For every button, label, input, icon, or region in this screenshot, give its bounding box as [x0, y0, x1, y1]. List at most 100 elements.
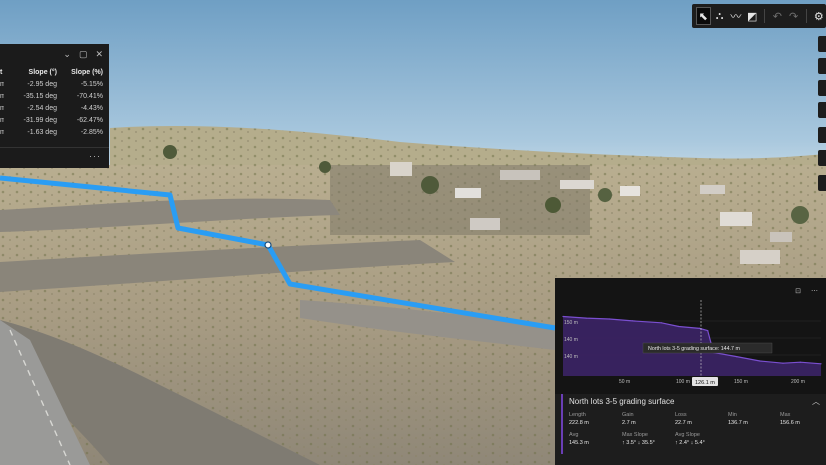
cell-slope-pct: -2.85%: [80, 129, 103, 136]
more-options-icon[interactable]: ···: [89, 151, 101, 161]
stat-value: 156.6 m: [780, 420, 800, 426]
profile-data-point: [608, 318, 610, 320]
widget-button-3[interactable]: [818, 80, 826, 96]
profile-area-tool-button[interactable]: ◩: [745, 7, 759, 25]
profile-data-point: [707, 330, 709, 332]
profile-header-actions: ⊡ ⋯: [795, 287, 818, 295]
stat-value: 136.7 m: [728, 420, 748, 426]
table-row[interactable]: m -35.15 deg -70.41%: [0, 93, 109, 105]
column-header-slope-pct[interactable]: Slope (%): [71, 69, 103, 76]
profile-statistics: North lots 3-5 grading surface ︿ Length …: [555, 394, 826, 465]
x-tick-label: 100 m: [676, 379, 690, 385]
cell-unit: m: [0, 117, 4, 124]
stat-label: Length: [569, 412, 586, 418]
table-row[interactable]: m -31.99 deg -62.47%: [0, 117, 109, 129]
cell-unit: m: [0, 105, 4, 112]
tooltip-text: North lots 3-5 grading surface: 144.7 m: [648, 346, 740, 352]
divider: [0, 147, 109, 148]
stat-label: Avg: [569, 432, 579, 438]
table-row[interactable]: m -2.95 deg -5.15%: [0, 81, 109, 93]
table-row[interactable]: m -1.63 deg -2.85%: [0, 129, 109, 141]
profile-data-point: [631, 320, 634, 322]
stat-value: ↑ 3.5° ↓ 35.5°: [622, 440, 655, 446]
cursor-x-label: 126.1 m: [695, 380, 715, 386]
y-tick-label: 140 m: [564, 354, 578, 360]
gear-icon: ⚙: [813, 10, 824, 23]
profile-data-point: [782, 362, 784, 364]
toolbar-divider: [805, 9, 807, 23]
redo-button[interactable]: ↷: [787, 7, 801, 25]
elevation-icon: ⛬: [715, 9, 724, 22]
undo-button[interactable]: ↶: [770, 7, 784, 25]
dock-icon[interactable]: ▢: [79, 49, 88, 60]
line-chart-icon: 〰: [730, 11, 742, 23]
cell-slope-deg: -2.54 deg: [27, 105, 57, 112]
profile-line-tool-button[interactable]: 〰: [729, 7, 743, 25]
profile-data-point: [736, 356, 738, 358]
cell-slope-pct: -62.47%: [76, 117, 103, 124]
profile-data-point: [820, 363, 822, 365]
series-color-accent: [561, 394, 563, 454]
cell-slope-deg: -31.99 deg: [23, 117, 57, 124]
redo-icon: ↷: [789, 10, 799, 23]
widget-button-5[interactable]: [818, 127, 826, 143]
stat-value: ↑ 2.4° ↓ 5.4°: [675, 440, 705, 446]
close-icon[interactable]: ✕: [95, 49, 103, 60]
cell-slope-pct: -4.43%: [80, 105, 103, 112]
widget-button-7[interactable]: [818, 175, 826, 191]
stat-value: 22.7 m: [675, 420, 692, 426]
cell-slope-deg: -1.63 deg: [27, 129, 57, 136]
profile-series-title: North lots 3-5 grading surface: [569, 397, 675, 406]
stat-label: Avg Slope: [675, 432, 700, 438]
undo-icon: ↶: [772, 10, 782, 23]
stat-value: 2.7 m: [622, 420, 636, 426]
cell-slope-pct: -5.15%: [80, 81, 103, 88]
widget-button-4[interactable]: [818, 102, 826, 118]
select-tool-button[interactable]: ⬉: [696, 7, 711, 25]
cell-slope-deg: -2.95 deg: [27, 81, 57, 88]
column-header-slope-deg[interactable]: Slope (°): [29, 69, 57, 76]
profile-data-point: [678, 325, 680, 328]
elevation-tool-button[interactable]: ⛬: [713, 7, 727, 25]
settings-button[interactable]: ⚙: [812, 7, 826, 25]
x-tick-label: 50 m: [619, 379, 630, 385]
expand-icon[interactable]: ⊡: [795, 287, 801, 295]
stat-label: Min: [728, 412, 737, 418]
chevron-up-icon[interactable]: ︿: [812, 396, 820, 407]
cell-unit: m: [0, 81, 4, 88]
cell-unit: m: [0, 93, 4, 100]
widget-button-6[interactable]: [818, 150, 826, 166]
table-row[interactable]: m -2.54 deg -4.43%: [0, 105, 109, 117]
cell-slope-deg: -35.15 deg: [23, 93, 57, 100]
cell-unit: m: [0, 129, 4, 136]
stat-label: Max: [780, 412, 791, 418]
widget-button-2[interactable]: [818, 58, 826, 74]
profile-data-point: [562, 315, 564, 318]
column-header-partial: t: [0, 69, 3, 76]
cell-slope-pct: -70.41%: [76, 93, 103, 100]
profile-cursor-marker[interactable]: [264, 241, 272, 249]
chevron-down-icon[interactable]: ⌄: [63, 49, 71, 60]
profile-data-point: [799, 361, 801, 363]
stat-label: Loss: [675, 412, 687, 418]
analysis-toolbar: ⬉ ⛬ 〰 ◩ ↶ ↷ ⚙: [692, 4, 826, 28]
y-tick-label: 140 m: [564, 337, 578, 343]
more-options-icon[interactable]: ⋯: [811, 287, 818, 295]
slope-table-panel: ⌄ ▢ ✕ t Slope (°) Slope (%) m -2.95 deg …: [0, 44, 109, 168]
profile-data-point: [660, 322, 662, 324]
panel-header-actions: ⌄ ▢ ✕: [63, 49, 103, 60]
cursor-icon: ⬉: [698, 10, 708, 23]
x-tick-label: 150 m: [734, 379, 748, 385]
elevation-profile-chart[interactable]: 150 m 140 m 140 m 50 m 100 m 150 m 200 m…: [555, 296, 826, 408]
stat-label: Max Slope: [622, 432, 648, 438]
toolbar-divider: [764, 9, 766, 23]
stat-value: 222.8 m: [569, 420, 589, 426]
x-tick-label: 200 m: [791, 379, 805, 385]
profile-data-point: [585, 317, 587, 319]
y-tick-label: 150 m: [564, 320, 578, 326]
profile-data-point: [759, 360, 761, 362]
profile-data-point: [699, 327, 701, 329]
widget-button-1[interactable]: [818, 36, 826, 52]
area-chart-icon: ◩: [747, 10, 758, 23]
stat-value: 145.3 m: [569, 440, 589, 446]
